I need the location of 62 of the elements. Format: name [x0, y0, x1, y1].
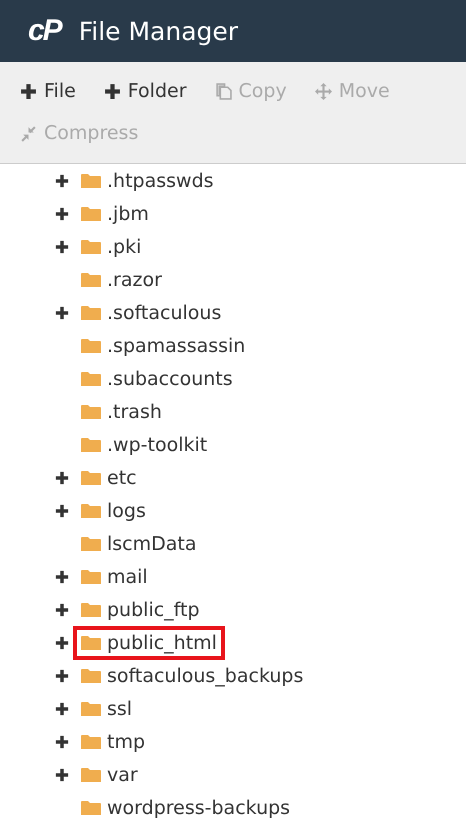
- expand-icon[interactable]: [55, 240, 69, 254]
- folder-icon: [81, 338, 101, 354]
- folder-item[interactable]: .subaccounts: [73, 362, 241, 396]
- folder-icon: [81, 470, 101, 486]
- folder-icon: [81, 172, 101, 188]
- folder-icon: [81, 404, 101, 420]
- folder-item[interactable]: .razor: [73, 262, 170, 296]
- move-icon: [314, 82, 332, 100]
- folder-icon: [81, 668, 101, 684]
- expand-icon[interactable]: [55, 306, 69, 320]
- folder-item[interactable]: .softaculous: [73, 296, 230, 330]
- folder-icon: [81, 634, 101, 650]
- folder-icon: [81, 568, 101, 584]
- folder-icon: [81, 766, 101, 782]
- folder-item[interactable]: .wp-toolkit: [73, 428, 216, 462]
- folder-icon: [81, 436, 101, 452]
- expand-icon[interactable]: [55, 636, 69, 650]
- folder-icon: [81, 502, 101, 518]
- expand-icon[interactable]: [55, 570, 69, 584]
- expand-icon[interactable]: [55, 668, 69, 682]
- expand-icon[interactable]: [55, 768, 69, 782]
- folder-icon: [81, 536, 101, 552]
- expand-icon[interactable]: [55, 504, 69, 518]
- folder-icon: [81, 800, 101, 816]
- folder-item[interactable]: tmp: [73, 724, 154, 758]
- folder-item[interactable]: etc: [73, 460, 145, 494]
- folder-item[interactable]: logs: [73, 494, 154, 528]
- plus-icon: [20, 82, 37, 100]
- folder-icon: [81, 370, 101, 386]
- expand-icon[interactable]: [55, 702, 69, 716]
- folder-item[interactable]: wordpress-backups: [73, 790, 298, 824]
- folder-item[interactable]: .htpasswds: [73, 164, 222, 198]
- compress-icon: [20, 124, 37, 142]
- toolbar-button[interactable]: File: [12, 70, 84, 112]
- folder-item[interactable]: public_html: [73, 626, 225, 660]
- folder-item[interactable]: mail: [73, 560, 156, 594]
- folder-item[interactable]: var: [73, 758, 146, 792]
- folder-icon: [81, 206, 101, 222]
- app-title: File Manager: [78, 16, 238, 46]
- folder-icon: [81, 304, 101, 320]
- folder-item[interactable]: .trash: [73, 394, 170, 428]
- folder-item[interactable]: lscmData: [73, 526, 204, 560]
- folder-icon: [81, 238, 101, 254]
- folder-item[interactable]: .jbm: [73, 196, 157, 230]
- expand-icon[interactable]: [55, 206, 69, 220]
- expand-icon[interactable]: [55, 174, 69, 188]
- logo: cP: [28, 14, 61, 48]
- expand-icon[interactable]: [55, 602, 69, 616]
- expand-icon[interactable]: [55, 734, 69, 748]
- folder-item[interactable]: public_ftp: [73, 592, 208, 626]
- folder-icon: [81, 734, 101, 750]
- copy-icon: [214, 82, 232, 100]
- folder-item[interactable]: softaculous_backups: [73, 658, 312, 692]
- folder-item[interactable]: ssl: [73, 692, 140, 726]
- folder-item[interactable]: .pki: [73, 230, 150, 264]
- toolbar-button[interactable]: Folder: [96, 70, 195, 112]
- folder-icon: [81, 602, 101, 618]
- plus-icon: [104, 82, 121, 100]
- folder-icon: [81, 272, 101, 288]
- expand-icon[interactable]: [55, 470, 69, 484]
- folder-icon: [81, 700, 101, 716]
- folder-item[interactable]: .spamassassin: [73, 328, 254, 362]
